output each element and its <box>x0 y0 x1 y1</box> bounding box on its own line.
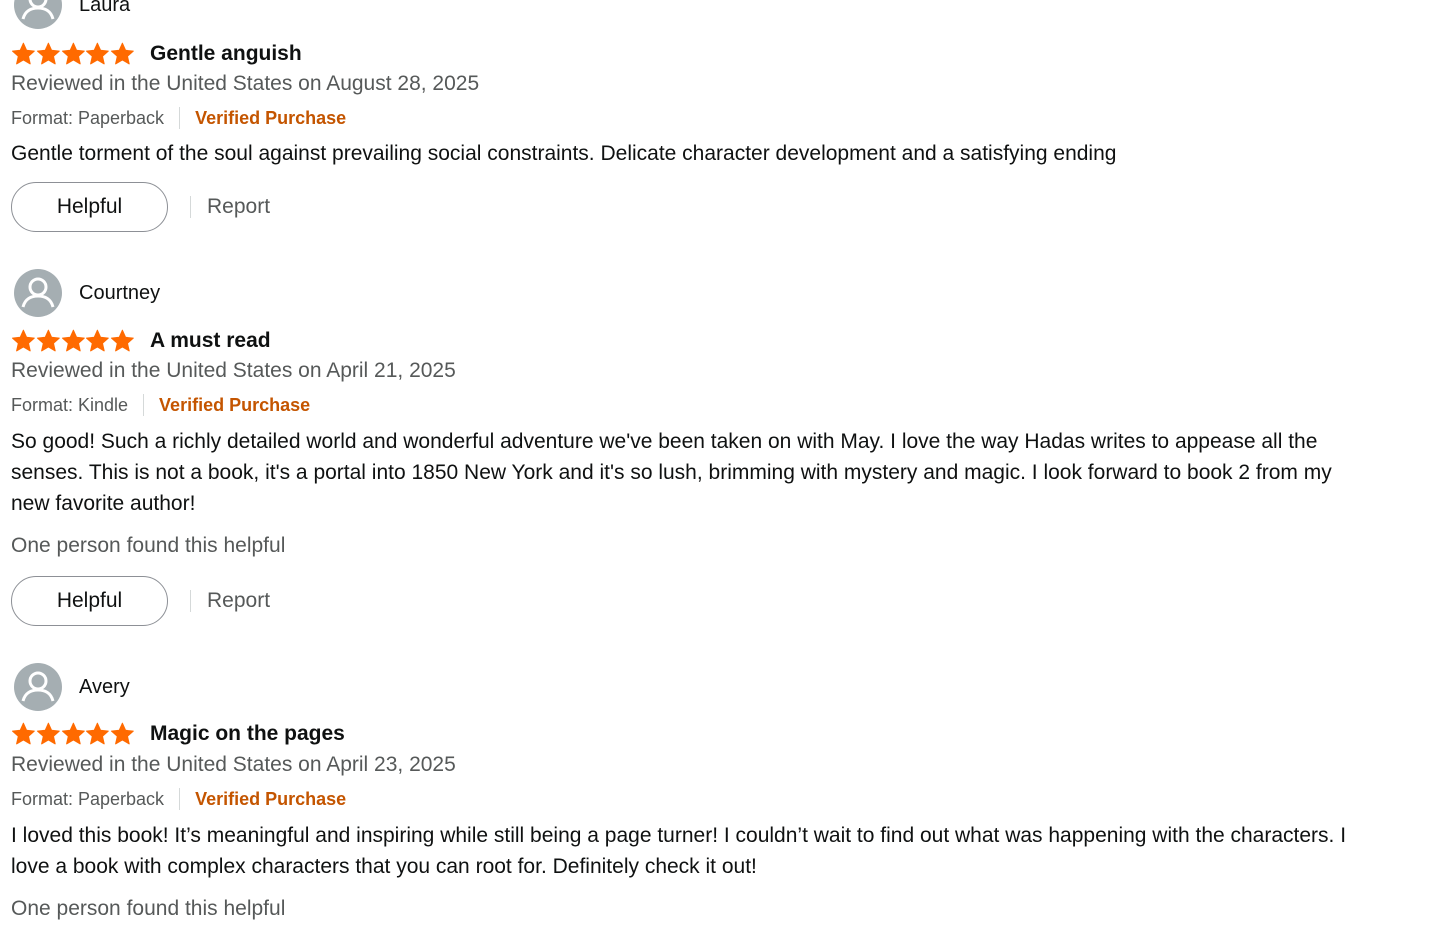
helpful-button[interactable]: Helpful <box>11 182 168 232</box>
divider <box>179 107 181 129</box>
star-icon <box>86 329 110 352</box>
star-icon <box>61 329 85 352</box>
verified-purchase-badge: Verified Purchase <box>159 394 311 415</box>
review-actions: Helpful Report <box>11 576 270 626</box>
star-icon <box>11 722 35 745</box>
review-format-row: Format: Kindle Verified Purchase <box>11 392 310 418</box>
user-silhouette-icon <box>21 671 55 702</box>
star-icon <box>11 42 35 65</box>
reviewer-name[interactable]: Laura <box>79 0 130 17</box>
verified-purchase-badge: Verified Purchase <box>195 788 347 809</box>
reviewer-profile[interactable]: Courtney <box>14 269 160 317</box>
star-rating[interactable] <box>11 42 135 66</box>
star-icon <box>111 42 134 65</box>
review-text: I loved this book! It’s meaningful and i… <box>11 824 1347 878</box>
star-icon <box>36 329 60 352</box>
reviewer-profile[interactable]: Laura <box>14 0 130 29</box>
reviews-page: Laura Gentle anguish Reviewed in the Uni… <box>0 0 1456 925</box>
review-title-row: Magic on the pages <box>11 719 345 749</box>
format-link[interactable]: Format: Paperback <box>11 789 164 810</box>
avatar <box>14 0 62 29</box>
review-format-row: Format: Paperback Verified Purchase <box>11 786 346 812</box>
reviewer-profile[interactable]: Avery <box>14 663 130 711</box>
helpful-count: One person found this helpful <box>11 897 286 920</box>
divider <box>179 788 181 810</box>
review-actions: Helpful Report <box>11 182 270 232</box>
divider <box>190 196 191 218</box>
star-icon <box>36 722 60 745</box>
divider <box>190 590 191 612</box>
star-icon <box>61 42 85 65</box>
review-title-row: A must read <box>11 326 271 356</box>
star-icon <box>86 722 110 745</box>
report-link[interactable]: Report <box>207 589 270 613</box>
star-rating[interactable] <box>11 329 135 353</box>
review-text: So good! Such a richly detailed world an… <box>11 430 1332 515</box>
star-icon <box>11 329 35 352</box>
review-title[interactable]: Gentle anguish <box>150 42 302 66</box>
avatar <box>14 269 62 317</box>
review-format-row: Format: Paperback Verified Purchase <box>11 105 346 131</box>
star-rating[interactable] <box>11 722 135 746</box>
helpful-button[interactable]: Helpful <box>11 576 168 626</box>
star-icon <box>61 722 85 745</box>
reviewer-name[interactable]: Avery <box>79 676 130 699</box>
format-link[interactable]: Format: Paperback <box>11 108 164 129</box>
review-date: Reviewed in the United States on April 2… <box>11 753 456 776</box>
reviewer-name[interactable]: Courtney <box>79 282 160 305</box>
helpful-count: One person found this helpful <box>11 534 286 557</box>
star-icon <box>111 722 134 745</box>
avatar <box>14 663 62 711</box>
star-icon <box>111 329 134 352</box>
review-title[interactable]: Magic on the pages <box>150 722 345 746</box>
review-title[interactable]: A must read <box>150 329 271 353</box>
star-icon <box>36 42 60 65</box>
report-link[interactable]: Report <box>207 195 270 219</box>
review-date: Reviewed in the United States on August … <box>11 72 480 95</box>
divider <box>143 394 145 416</box>
review-text: Gentle torment of the soul against preva… <box>11 142 1117 165</box>
format-link[interactable]: Format: Kindle <box>11 395 128 416</box>
review-title-row: Gentle anguish <box>11 39 302 69</box>
star-icon <box>86 42 110 65</box>
review-date: Reviewed in the United States on April 2… <box>11 359 456 382</box>
user-silhouette-icon <box>21 0 55 20</box>
user-silhouette-icon <box>21 277 55 308</box>
verified-purchase-badge: Verified Purchase <box>195 107 347 128</box>
